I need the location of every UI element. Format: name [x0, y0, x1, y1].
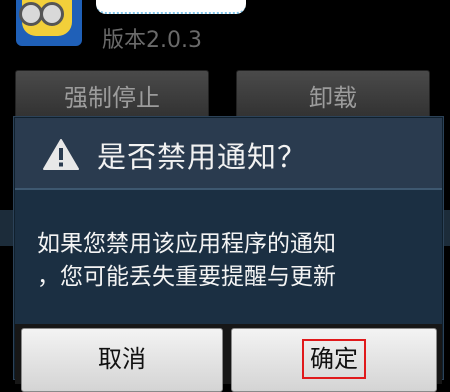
disable-notifications-dialog: 是否禁用通知？ 如果您禁用该应用程序的通知 ，您可能丢失重要提醒与更新 取消 确…	[14, 117, 443, 392]
warning-icon	[43, 139, 79, 170]
dialog-title: 是否禁用通知？	[97, 140, 308, 174]
confirm-button-label: 确定	[302, 339, 366, 379]
dialog-title-bar: 是否禁用通知？	[15, 118, 442, 190]
dialog-message-line: ，您可能丢失重要提醒与更新	[37, 264, 336, 290]
dialog-button-bar: 取消 确定	[15, 324, 442, 392]
goggle-graphic	[40, 2, 64, 26]
app-version: 版本2.0.3	[102, 28, 202, 53]
app-icon	[16, 0, 82, 46]
cancel-button[interactable]: 取消	[21, 328, 223, 392]
dialog-message-line: 如果您禁用该应用程序的通知	[37, 231, 336, 257]
dialog-message: 如果您禁用该应用程序的通知 ，您可能丢失重要提醒与更新	[37, 228, 437, 294]
app-name-banner	[96, 0, 246, 14]
confirm-button[interactable]: 确定	[231, 328, 437, 392]
